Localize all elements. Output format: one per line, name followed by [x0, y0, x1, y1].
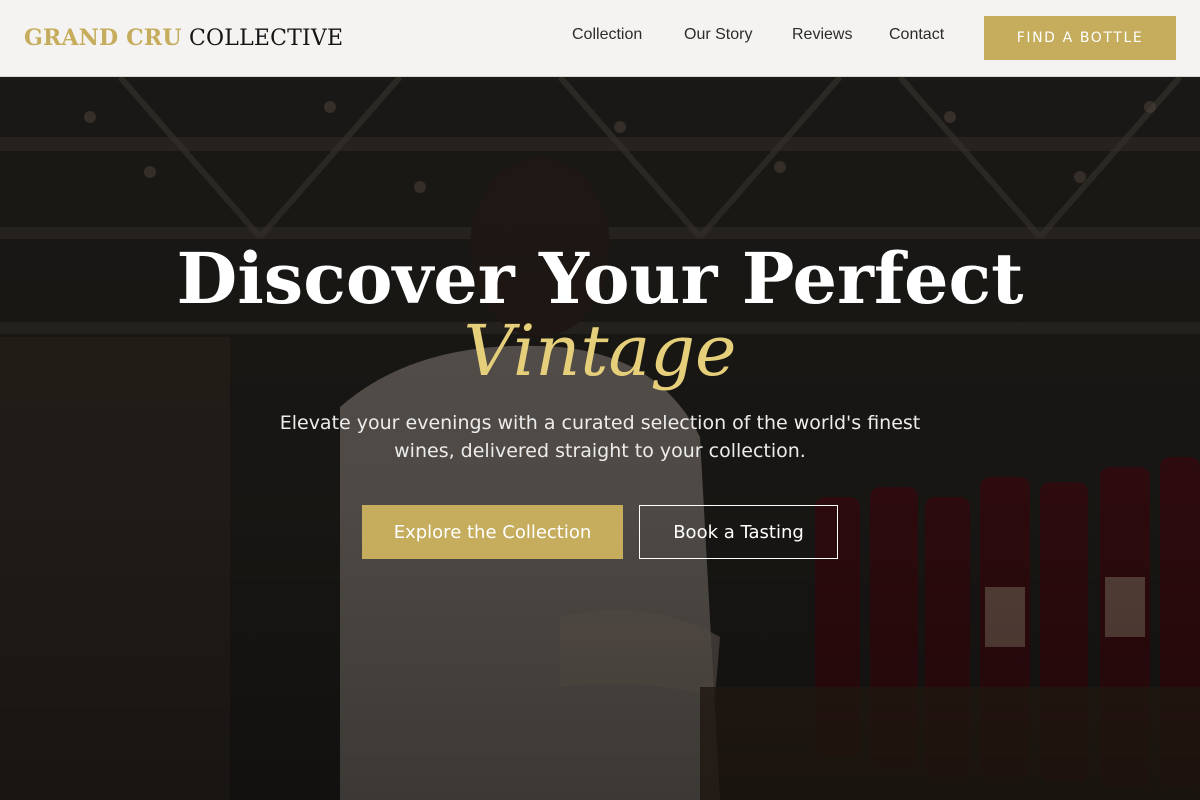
hero-subtitle: Elevate your evenings with a curated sel… — [279, 412, 921, 462]
hero-title: Discover Your Perfect — [176, 237, 1024, 320]
brand-name-accent: GRAND CRU — [24, 25, 182, 51]
site-header: GRAND CRU COLLECTIVE Collection Our Stor… — [0, 0, 1200, 77]
nav-link-reviews[interactable]: Reviews — [792, 26, 852, 44]
brand-logo[interactable]: GRAND CRU COLLECTIVE — [24, 24, 343, 53]
nav-link-collection[interactable]: Collection — [572, 26, 642, 44]
book-tasting-button[interactable]: Book a Tasting — [639, 505, 838, 559]
find-a-bottle-button[interactable]: Find a Bottle — [984, 16, 1176, 60]
explore-collection-button[interactable]: Explore the Collection — [362, 505, 623, 559]
hero-section: Discover Your Perfect Vintage Elevate yo… — [0, 77, 1200, 800]
hero-title-accent: Vintage — [463, 310, 737, 392]
brand-name-main: COLLECTIVE — [188, 26, 344, 51]
nav-link-our-story[interactable]: Our Story — [684, 26, 752, 44]
nav-link-contact[interactable]: Contact — [889, 26, 944, 44]
